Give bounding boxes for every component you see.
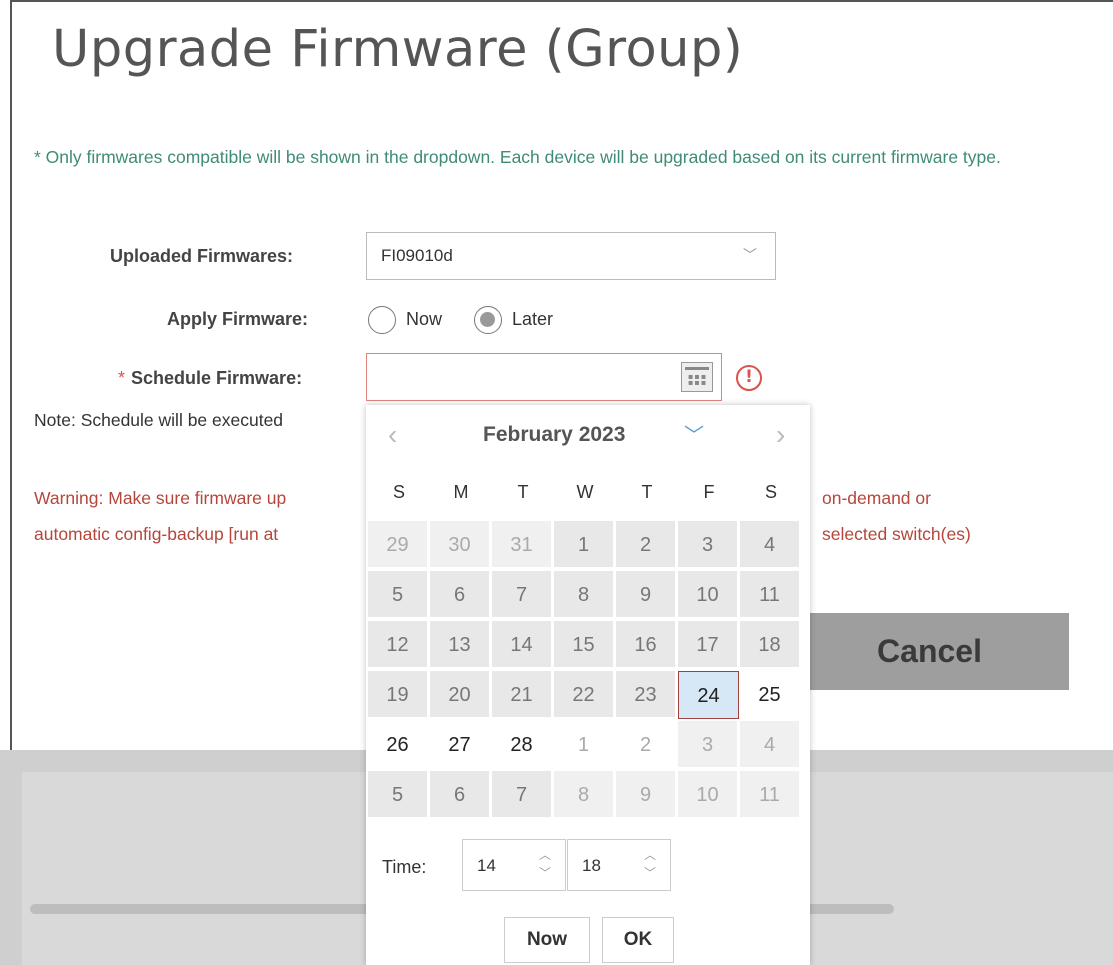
calendar-day[interactable]: 9 (616, 571, 677, 619)
apply-firmware-label: Apply Firmware: (167, 309, 309, 329)
chevron-down-icon: ﹀ (743, 248, 757, 264)
calendar-day[interactable]: 13 (430, 621, 491, 669)
warning-line-2-end: selected switch(es) (822, 524, 971, 544)
calendar-day[interactable]: 9 (616, 771, 677, 819)
warning-line-1-end: on-demand or (822, 488, 931, 508)
error-icon: ! (736, 365, 762, 391)
calendar-day[interactable]: 6 (430, 571, 491, 619)
calendar-day[interactable]: 2 (616, 721, 677, 769)
date-picker-popup: ‹ February 2023 ﹀ › SMTWTFS 29 30 31 1 2 3 4 5 6… (366, 405, 810, 965)
month-year-label[interactable]: February 2023 (483, 423, 625, 447)
calendar-day[interactable]: 11 (740, 571, 801, 619)
cancel-button[interactable]: Cancel (790, 613, 1069, 690)
calendar-day[interactable]: 30 (430, 521, 491, 569)
calendar-day[interactable]: 4 (740, 521, 801, 569)
calendar-day[interactable]: 16 (616, 621, 677, 669)
calendar-day[interactable]: 25 (740, 671, 801, 719)
ok-button[interactable]: OK (602, 917, 674, 963)
schedule-firmware-label: * Schedule Firmware: (118, 368, 302, 389)
spinner-arrows-icon[interactable]: ︿ ﹀ (539, 846, 551, 882)
apply-now-radio[interactable] (368, 306, 396, 334)
calendar-day[interactable]: 28 (492, 721, 553, 769)
prev-month-button[interactable]: ‹ (388, 419, 397, 451)
weekday-label: F (703, 482, 715, 502)
uploaded-firmwares-value: FI09010d (381, 246, 453, 265)
weekday-label: S (392, 482, 405, 502)
calendar-day[interactable]: 8 (554, 571, 615, 619)
compatibility-info: * Only firmwares compatible will be show… (34, 147, 1001, 167)
chevron-down-icon[interactable]: ﹀ (684, 419, 704, 448)
hour-value: 14 (477, 856, 496, 875)
calendar-day[interactable]: 22 (554, 671, 615, 719)
calendar-day[interactable]: 5 (368, 771, 429, 819)
calendar-day[interactable]: 4 (740, 721, 801, 769)
calendar-day[interactable]: 23 (616, 671, 677, 719)
date-picker-header: ‹ February 2023 ﹀ › (366, 405, 810, 467)
apply-later-label[interactable]: Later (512, 309, 553, 330)
calendar-day[interactable]: 21 (492, 671, 553, 719)
calendar-day[interactable]: 15 (554, 621, 615, 669)
weekday-label: M (453, 482, 469, 502)
calendar-day[interactable]: 10 (678, 571, 739, 619)
calendar-day[interactable]: 2 (616, 521, 677, 569)
uploaded-firmwares-label: Uploaded Firmwares: (110, 246, 294, 266)
required-marker: * (118, 368, 126, 388)
warning-line-1: Warning: Make sure firmware up (34, 488, 287, 508)
uploaded-firmwares-select[interactable]: FI09010d ﹀ (366, 232, 776, 280)
calendar-day-selected[interactable]: 24 (678, 671, 739, 719)
calendar-day[interactable]: 7 (492, 771, 553, 819)
calendar-icon[interactable]: ▪▪▪ ▪▪▪ (681, 362, 713, 392)
calendar-day[interactable]: 31 (492, 521, 553, 569)
weekday-label: T (517, 482, 529, 502)
weekday-label: T (641, 482, 653, 502)
next-month-button[interactable]: › (776, 419, 785, 451)
calendar-day[interactable]: 1 (554, 521, 615, 569)
calendar-day[interactable]: 12 (368, 621, 429, 669)
schedule-firmware-input[interactable]: ▪▪▪ ▪▪▪ (366, 353, 722, 401)
calendar-day[interactable]: 1 (554, 721, 615, 769)
spinner-arrows-icon[interactable]: ︿ ﹀ (644, 846, 656, 882)
calendar-day[interactable]: 14 (492, 621, 553, 669)
weekday-label: S (764, 482, 777, 502)
calendar-day[interactable]: 3 (678, 721, 739, 769)
hour-spinner[interactable]: 14 ︿ ﹀ (462, 839, 566, 891)
apply-later-radio[interactable] (474, 306, 502, 334)
calendar-day[interactable]: 5 (368, 571, 429, 619)
calendar-day[interactable]: 29 (368, 521, 429, 569)
time-label: Time: (382, 857, 427, 877)
calendar-day[interactable]: 7 (492, 571, 553, 619)
calendar-day[interactable]: 10 (678, 771, 739, 819)
calendar-day[interactable]: 17 (678, 621, 739, 669)
minute-spinner[interactable]: 18 ︿ ﹀ (567, 839, 671, 891)
warning-line-2: automatic config-backup [run at (34, 524, 279, 544)
calendar-day[interactable]: 8 (554, 771, 615, 819)
calendar-day[interactable]: 26 (368, 721, 429, 769)
calendar-day[interactable]: 19 (368, 671, 429, 719)
weekday-label: W (576, 482, 594, 502)
schedule-firmware-label-text: Schedule Firmware: (131, 368, 303, 388)
apply-now-label[interactable]: Now (406, 309, 442, 330)
calendar-day[interactable]: 11 (740, 771, 801, 819)
calendar-day[interactable]: 20 (430, 671, 491, 719)
calendar-day[interactable]: 18 (740, 621, 801, 669)
minute-value: 18 (582, 856, 601, 875)
calendar-day[interactable]: 6 (430, 771, 491, 819)
calendar-day[interactable]: 27 (430, 721, 491, 769)
now-button[interactable]: Now (504, 917, 590, 963)
dialog-title: Upgrade Firmware (Group) (52, 20, 744, 79)
schedule-note: Note: Schedule will be executed (34, 410, 284, 430)
calendar-day[interactable]: 3 (678, 521, 739, 569)
